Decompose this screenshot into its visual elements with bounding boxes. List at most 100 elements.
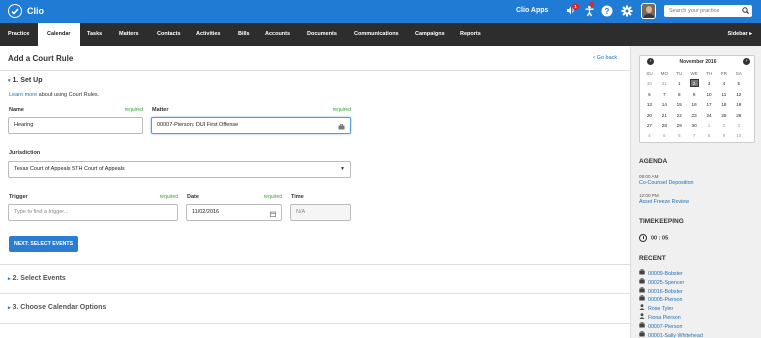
clio-apps-link[interactable]: Clio Apps [516, 7, 548, 14]
calendar-day[interactable]: 25 [716, 111, 731, 121]
weekday-label: MO [660, 71, 669, 76]
calendar-day[interactable]: 22 [672, 111, 687, 121]
nav-documents[interactable]: Documents [307, 23, 337, 46]
nav-matters[interactable]: Matters [119, 23, 139, 46]
calendar-day[interactable]: 3 [702, 79, 717, 89]
calendar-day[interactable]: 30 [687, 121, 702, 131]
calendar-day[interactable]: 24 [702, 111, 717, 121]
calendar-day[interactable]: 27 [642, 121, 657, 131]
calendar-day[interactable]: 30 [642, 79, 657, 89]
calendar-day[interactable]: 17 [702, 100, 717, 110]
calendar-day[interactable]: 7 [687, 131, 702, 141]
timekeeping-heading: TIMEKEEPING [639, 218, 684, 225]
calendar-day[interactable]: 5 [731, 79, 746, 89]
calendar-day[interactable]: 31 [657, 79, 672, 89]
section-setup-header[interactable]: ▾ 1. Set Up [8, 77, 42, 84]
calendar-day[interactable]: 20 [642, 111, 657, 121]
calendar-day[interactable]: 7 [657, 90, 672, 100]
learn-more-link[interactable]: Learn more [9, 92, 37, 98]
calendar-day[interactable]: 10 [702, 90, 717, 100]
nav-contacts[interactable]: Contacts [157, 23, 181, 46]
recent-item[interactable]: Fiona Pierson [639, 313, 681, 321]
weekday-label: FR [720, 71, 727, 76]
recent-item[interactable]: 00001-Sally Whitehead [639, 330, 703, 338]
agenda-event-link[interactable]: Co-Counsel Deposition [639, 180, 693, 186]
calendar-day[interactable]: 12 [731, 90, 746, 100]
chevron-right-icon: ▸ [749, 31, 752, 37]
calendar-day[interactable]: 26 [731, 111, 746, 121]
app-name[interactable]: Clio [27, 6, 44, 16]
time-input[interactable]: N/A [290, 204, 351, 221]
calendar-day[interactable]: 6 [642, 90, 657, 100]
search-icon[interactable] [742, 7, 750, 16]
recent-item[interactable]: 00016-Bobster [639, 286, 683, 295]
calendar-day[interactable]: 18 [716, 100, 731, 110]
recent-item[interactable]: 00005-Pierson [639, 295, 682, 303]
calendar-day[interactable]: 29 [672, 121, 687, 131]
calendar-day[interactable]: 14 [657, 100, 672, 110]
nav-calendar[interactable]: Calendar [38, 23, 80, 46]
accessibility-icon[interactable] [584, 2, 596, 17]
trigger-input[interactable]: Type to find a trigger... [8, 204, 178, 221]
clio-logo-icon[interactable] [8, 4, 22, 18]
sidebar-toggle[interactable]: Sidebar ▸ [728, 23, 752, 46]
nav-reports[interactable]: Reports [460, 23, 481, 46]
recent-item[interactable]: Rose Tyler [639, 304, 673, 312]
recent-item[interactable]: 00025-Spencer [639, 277, 684, 286]
nav-activities[interactable]: Activities [196, 23, 220, 46]
calendar-icon[interactable] [270, 209, 276, 224]
time-placeholder: N/A [296, 209, 306, 215]
matter-field[interactable]: 00007-Pierson: DUI First Offense [151, 117, 351, 134]
calendar-day[interactable]: 9 [716, 131, 731, 141]
notifications-icon[interactable]: 1 [566, 3, 579, 17]
calendar-day[interactable]: 8 [702, 131, 717, 141]
calendar-day[interactable]: 15 [672, 100, 687, 110]
calendar-day[interactable]: 3 [731, 121, 746, 131]
name-field[interactable]: Hearing [8, 117, 143, 134]
nav-practice[interactable]: Practice [8, 23, 29, 46]
recent-item-label: Fiona Pierson [648, 314, 681, 321]
recent-item[interactable]: 00009-Bobster [639, 269, 683, 277]
calendar-day[interactable]: 4 [716, 79, 731, 89]
calendar-day[interactable]: 9 [687, 90, 702, 100]
recent-item[interactable]: 00007-Pierson [639, 321, 682, 330]
calendar-day[interactable]: 13 [642, 100, 657, 110]
calendar-day[interactable]: 8 [672, 90, 687, 100]
calendar-day[interactable]: 19 [731, 100, 746, 110]
go-back-link[interactable]: ‹ Go back [593, 55, 617, 61]
section-calendar-options-header[interactable]: ▸ 3. Choose Calendar Options [8, 304, 106, 311]
calendar-day[interactable]: 1 [702, 121, 717, 131]
divider [0, 293, 630, 294]
nav-accounts[interactable]: Accounts [265, 23, 290, 46]
nav-communications[interactable]: Communications [354, 23, 399, 46]
calendar-day[interactable]: 2 [716, 121, 731, 131]
section-select-events-header[interactable]: ▸ 2. Select Events [8, 275, 66, 282]
user-avatar[interactable] [641, 3, 656, 19]
calendar-day[interactable]: 11 [716, 90, 731, 100]
calendar-day[interactable]: 23 [687, 111, 702, 121]
recent-item-label: 00001-Sally Whitehead [648, 332, 703, 338]
next-month-icon[interactable]: › [743, 58, 750, 65]
calendar-day[interactable]: 5 [657, 131, 672, 141]
search-input[interactable] [664, 5, 738, 17]
date-input[interactable]: 11/02/2016 [186, 204, 282, 221]
calendar-day-selected[interactable]: 2 [687, 79, 702, 89]
calendar-day[interactable]: 28 [657, 121, 672, 131]
nav-bills[interactable]: Bills [238, 23, 250, 46]
calendar-day[interactable]: 10 [731, 131, 746, 141]
nav-tasks[interactable]: Tasks [87, 23, 102, 46]
calendar-day[interactable]: 16 [687, 100, 702, 110]
agenda-event-link[interactable]: Asset Freeze Review [639, 199, 689, 205]
next-select-events-button[interactable]: NEXT: SELECT EVENTS [9, 236, 78, 252]
calendar-day[interactable]: 1 [672, 79, 687, 89]
nav-campaigns[interactable]: Campaigns [415, 23, 445, 46]
main-nav: Practice Calendar Tasks Matters Contacts… [0, 23, 761, 46]
calendar-day[interactable]: 21 [657, 111, 672, 121]
calendar-day[interactable]: 4 [642, 131, 657, 141]
help-icon[interactable]: ? [601, 5, 613, 17]
calendar-day[interactable]: 6 [672, 131, 687, 141]
sidebar-toggle-label: Sidebar [727, 31, 748, 37]
settings-gear-icon[interactable] [621, 5, 633, 17]
jurisdiction-select[interactable]: Texas Court of Appeals 5TH Court of Appe… [8, 161, 351, 178]
timer[interactable]: 00 : 05 [639, 234, 668, 242]
